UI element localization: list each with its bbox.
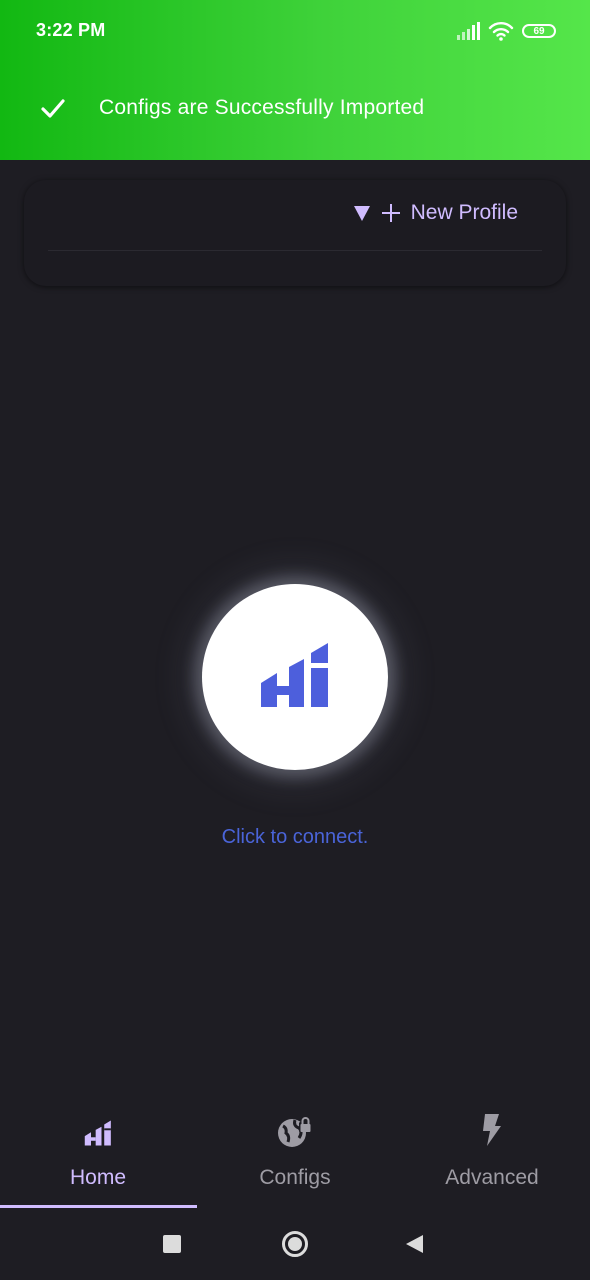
status-time: 3:22 PM xyxy=(36,20,106,40)
new-profile-button[interactable]: New Profile xyxy=(353,201,518,225)
card-divider xyxy=(48,250,542,251)
toast-message-row: Configs are Successfully Imported xyxy=(40,92,424,124)
tab-home[interactable]: Home xyxy=(0,1100,196,1208)
profile-card: New Profile xyxy=(24,180,566,286)
battery-level: 69 xyxy=(533,25,545,37)
status-icons: 69 xyxy=(456,20,556,42)
tab-configs[interactable]: Configs xyxy=(197,1100,393,1208)
wifi-icon xyxy=(488,21,514,41)
app-screen: 3:22 PM 69 Configs are Successfully Impo… xyxy=(0,0,590,1280)
recents-button[interactable] xyxy=(163,1235,181,1253)
signal-icon xyxy=(456,22,480,40)
connect-button[interactable] xyxy=(202,584,388,770)
home-signal-icon xyxy=(84,1114,112,1151)
tab-advanced-label: Advanced xyxy=(445,1166,539,1189)
triangle-down-icon[interactable] xyxy=(353,205,370,221)
battery-icon: 69 xyxy=(522,24,556,38)
active-tab-indicator xyxy=(0,1205,197,1208)
toast-text: Configs are Successfully Imported xyxy=(99,96,425,119)
success-banner: 3:22 PM 69 Configs are Successfully Impo… xyxy=(0,0,590,160)
new-profile-label: New Profile xyxy=(410,201,518,224)
bottom-navigation: Home Configs Advanced xyxy=(0,1100,590,1208)
app-logo-icon xyxy=(259,642,331,712)
home-button[interactable] xyxy=(282,1231,308,1257)
back-button[interactable] xyxy=(406,1235,423,1253)
tab-home-label: Home xyxy=(69,1166,127,1189)
globe-lock-icon xyxy=(277,1114,313,1155)
bolt-icon xyxy=(481,1114,503,1151)
plus-icon xyxy=(381,204,400,222)
check-icon xyxy=(40,95,66,121)
tab-advanced[interactable]: Advanced xyxy=(394,1100,590,1208)
tab-configs-label: Configs xyxy=(259,1166,331,1189)
connect-hint[interactable]: Click to connect. xyxy=(0,826,590,849)
